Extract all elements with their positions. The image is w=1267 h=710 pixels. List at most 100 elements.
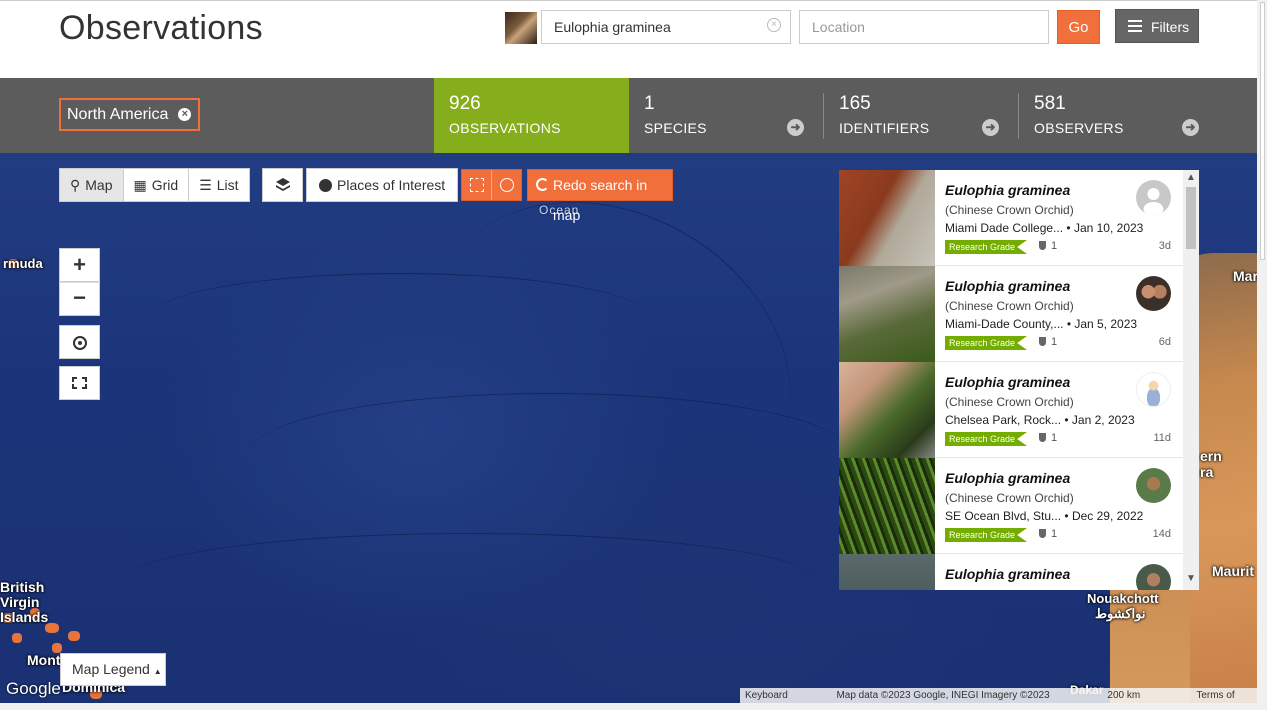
caret-up-icon: ▲ (153, 667, 162, 676)
shield-icon (1039, 241, 1046, 250)
observation-common-name: (Chinese Crown Orchid) (945, 491, 1074, 505)
map-legend-button[interactable]: Map Legend ▲ (60, 653, 166, 686)
observation-card[interactable]: Eulophia graminea (Chinese Crown Orchid)… (839, 362, 1183, 458)
panel-scrollbar[interactable]: ▲ ▼ (1183, 170, 1199, 590)
observation-photo[interactable] (839, 458, 935, 554)
place-filter-chip[interactable]: North America × (59, 98, 201, 131)
observations-panel: Eulophia graminea (Chinese Crown Orchid)… (839, 170, 1199, 590)
map-label-british-virgin: Islands (0, 609, 49, 625)
tab-observations[interactable]: 926 OBSERVATIONS (434, 78, 629, 153)
view-toggle: ⚲ Map ▦ Grid ☰ List (59, 168, 250, 202)
list-view-button[interactable]: ☰ List (189, 169, 249, 201)
locate-me-button[interactable] (59, 325, 100, 359)
location-input[interactable]: Location (799, 10, 1049, 44)
identification-count: 1 (1039, 432, 1057, 444)
map-label-morocco: Mar (1233, 268, 1257, 284)
filters-button[interactable]: Filters (1115, 9, 1199, 43)
map-view-button[interactable]: ⚲ Map (60, 169, 124, 201)
map-label-mauritania: Maurit (1212, 563, 1254, 579)
observation-photo[interactable] (839, 170, 935, 266)
observation-card[interactable]: Eulophia graminea (839, 554, 1183, 590)
tab-identifiers[interactable]: 165 IDENTIFIERS ➜ (824, 78, 1019, 153)
fullscreen-icon (72, 377, 87, 389)
scale-indicator[interactable]: 200 km (1097, 688, 1191, 703)
user-avatar[interactable] (1136, 372, 1171, 407)
globe-icon (319, 179, 332, 192)
layers-button[interactable] (262, 168, 303, 202)
place-text: SE Ocean Blvd, Stu... (945, 509, 1062, 523)
tab-species[interactable]: 1 SPECIES ➜ (629, 78, 824, 153)
research-grade-badge: Research Grade (945, 336, 1028, 350)
scroll-down-icon[interactable]: ▼ (1186, 573, 1196, 584)
tab-observers[interactable]: 581 OBSERVERS ➜ (1019, 78, 1219, 153)
observers-label: OBSERVERS (1034, 120, 1124, 136)
map-label-western-sahara: ern (1200, 448, 1222, 464)
research-grade-badge: Research Grade (945, 432, 1028, 446)
circle-icon (500, 178, 515, 192)
user-avatar[interactable] (1136, 468, 1171, 503)
user-avatar[interactable] (1136, 564, 1171, 590)
taxon-search-input[interactable]: Eulophia graminea (541, 10, 791, 44)
date-text: • Dec 29, 2022 (1064, 509, 1144, 523)
grid-view-button[interactable]: ▦ Grid (123, 169, 190, 201)
default-avatar-icon[interactable] (1136, 180, 1171, 215)
arrow-right-icon: ➜ (1182, 119, 1199, 136)
draw-rectangle-button[interactable] (462, 170, 491, 200)
remove-place-icon[interactable]: × (178, 108, 192, 121)
places-of-interest-label: Places of Interest (337, 177, 446, 193)
page-title: Observations (59, 9, 263, 47)
clear-taxon-icon[interactable]: × (767, 18, 781, 32)
zoom-in-button[interactable]: + (59, 248, 100, 282)
observation-card[interactable]: Eulophia graminea (Chinese Crown Orchid)… (839, 458, 1183, 554)
stats-bar: North America × 926 OBSERVATIONS 1 SPECI… (0, 78, 1257, 153)
observation-common-name: (Chinese Crown Orchid) (945, 395, 1074, 409)
observations-count: 926 (449, 93, 481, 114)
place-text: Miami-Dade County,... (945, 317, 1064, 331)
shield-icon (1039, 529, 1046, 538)
filters-label: Filters (1151, 19, 1190, 35)
observation-taxon-name[interactable]: Eulophia graminea (945, 374, 1070, 390)
arrow-right-icon: ➜ (982, 119, 999, 136)
observation-taxon-name[interactable]: Eulophia graminea (945, 182, 1070, 198)
observation-card[interactable]: Eulophia graminea (Chinese Crown Orchid)… (839, 170, 1183, 266)
page-scrollbar-thumb[interactable] (1260, 2, 1265, 260)
observation-photo[interactable] (839, 266, 935, 362)
map[interactable]: Ocean rmuda British Virgin Islands Mont … (0, 153, 1257, 703)
user-avatar[interactable] (1136, 276, 1171, 311)
place-text: Miami Dade College... (945, 221, 1064, 235)
places-of-interest-button[interactable]: Places of Interest (306, 168, 459, 202)
observation-place: SE Ocean Blvd, Stu... • Dec 29, 2022 (945, 509, 1143, 523)
identifiers-label: IDENTIFIERS (839, 120, 930, 136)
seafloor-texture (370, 153, 850, 588)
research-grade-badge: Research Grade (945, 528, 1028, 542)
observation-photo[interactable] (839, 362, 935, 458)
terms-of-use-link[interactable]: Terms of Use (1191, 688, 1257, 703)
map-attribution: Keyboard shortcuts Map data ©2023 Google… (740, 688, 1257, 703)
google-logo: Google (6, 679, 61, 698)
draw-shape-group (461, 169, 522, 201)
keyboard-shortcuts-link[interactable]: Keyboard shortcuts (740, 688, 831, 703)
zoom-out-button[interactable]: − (59, 282, 100, 316)
scroll-up-icon[interactable]: ▲ (1186, 172, 1196, 183)
observation-taxon-name[interactable]: Eulophia graminea (945, 470, 1070, 486)
observation-place: Miami-Dade County,... • Jan 5, 2023 (945, 317, 1137, 331)
id-count-text: 1 (1051, 240, 1058, 252)
observation-taxon-name[interactable]: Eulophia graminea (945, 278, 1070, 294)
observation-marker[interactable] (68, 631, 80, 641)
observation-taxon-name[interactable]: Eulophia graminea (945, 566, 1070, 582)
draw-circle-button[interactable] (491, 170, 521, 200)
taxon-thumbnail[interactable] (505, 12, 537, 44)
date-text: • Jan 2, 2023 (1064, 413, 1135, 427)
go-button[interactable]: Go (1057, 10, 1100, 44)
crosshair-icon (73, 336, 87, 350)
sliders-icon (1128, 20, 1142, 33)
redo-search-button[interactable]: Redo search in map (527, 169, 673, 223)
observation-marker[interactable] (12, 633, 22, 643)
scroll-thumb[interactable] (1186, 187, 1196, 249)
observation-card[interactable]: Eulophia graminea (Chinese Crown Orchid)… (839, 266, 1183, 362)
refresh-icon (536, 178, 549, 191)
observation-photo[interactable] (839, 554, 935, 590)
fullscreen-button[interactable] (59, 366, 100, 400)
arrow-right-icon: ➜ (787, 119, 804, 136)
map-label-montserrat: Mont (27, 652, 61, 668)
